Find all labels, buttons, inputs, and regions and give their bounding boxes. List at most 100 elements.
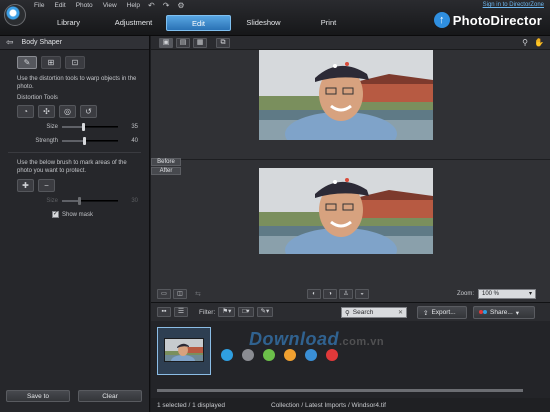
list-view-icon[interactable]: ☰ [174,307,188,317]
contrast-icon[interactable]: ◑ [323,289,337,299]
app-logo[interactable] [4,4,26,26]
panel-actions: Save to Clear [6,390,142,402]
add-brush-icon[interactable]: ✚ [17,179,34,192]
size-slider-thumb[interactable] [82,123,86,131]
size-slider[interactable] [62,123,118,131]
second-display-icon[interactable]: ⧉ [216,37,230,48]
tab-edit[interactable]: Edit [166,15,231,31]
search-input[interactable]: ⚲ Search ✕ [341,307,407,318]
panel-header: ⇦ Body Shaper [0,36,149,50]
status-counts: 1 selected / 1 displayed [157,401,225,409]
show-mask-checkbox[interactable]: ✓ [52,211,59,218]
brush-size-value: 30 [131,198,138,204]
settings-icon[interactable]: ⚙ [177,1,184,10]
mode-tabs: ✎ ⊞ ⊡ [17,56,149,69]
size-label: Size [46,124,58,130]
color-label-dot[interactable] [242,349,254,361]
strength-slider-thumb[interactable] [83,137,87,145]
distort-mode-icon[interactable]: ✎ [17,56,37,69]
thumbnail-view-icon[interactable]: ▪▪ [157,307,171,317]
menu-photo[interactable]: Photo [76,2,93,9]
mask-icon[interactable]: ◒ [355,289,369,299]
single-view-icon[interactable]: ▭ [157,289,171,299]
divider [8,152,141,153]
quick-toolbar: ↶ ↷ ⚙ [148,1,185,10]
hand-tool-icon[interactable]: ✋ [534,38,544,47]
export-button[interactable]: ⇪ Export... [417,306,467,319]
brand-name: PhotoDirector [452,12,542,28]
library-toolbar: ▪▪ ☰ Filter: ⚑▾ □▾ ✎▾ ⚲ Search ✕ ⇪ Expor… [151,303,550,321]
clear-search-icon[interactable]: ✕ [398,309,403,316]
strength-slider[interactable] [62,137,118,145]
menu-file[interactable]: File [34,2,44,9]
color-label-dot[interactable] [284,349,296,361]
zoom-icon[interactable]: ⚲ [522,38,528,47]
viewer-mode-icon[interactable]: ▣ [159,37,173,48]
search-placeholder: Search [352,309,374,316]
clear-button[interactable]: Clear [78,390,142,402]
export-label: Export... [431,309,456,316]
tab-print[interactable]: Print [296,15,361,31]
pinch-tool-icon[interactable]: ✣ [38,105,55,118]
size-slider-row: Size 35 [0,122,149,132]
frame-mode-icon[interactable]: ⊡ [65,56,85,69]
scrollbar-thumb[interactable] [157,389,523,392]
filter-flag-icon[interactable]: ⚑▾ [218,307,236,317]
back-arrow-icon[interactable]: ⇦ [6,37,14,48]
before-photo [259,50,433,140]
menu-view[interactable]: View [103,2,117,9]
menu-bar: File Edit Photo View Help [34,2,140,9]
rotate-icon[interactable]: ⇆ [195,290,201,298]
distortion-tools: ◔ ✣ ◎ ↺ [17,105,149,118]
menu-help[interactable]: Help [127,2,140,9]
panel-description: Use the distortion tools to warp objects… [17,76,137,90]
search-icon: ⚲ [345,309,350,317]
bloat-tool-icon[interactable]: ◎ [59,105,76,118]
signin-link[interactable]: Sign in to DirectorZone [483,2,544,8]
face-icon[interactable]: ◐ [307,289,321,299]
viewer-grid-icon[interactable]: ▦ [193,37,207,48]
tab-adjustment[interactable]: Adjustment [101,15,166,31]
show-mask-row: ✓ Show mask [52,211,149,218]
brush-size-slider-thumb[interactable] [77,197,81,205]
compare-view-icon[interactable]: ◫ [173,289,187,299]
viewer-filmstrip-icon[interactable]: ▤ [176,37,190,48]
photo-viewer: ▣ ▤ ▦ ⧉ ⚲ ✋ Before After ▭ ◫ ⇆ ◐ ◑ ♙ ◒ Z… [151,36,550,302]
redo-icon[interactable]: ↷ [163,1,170,10]
panel-title: Body Shaper [21,39,63,46]
brush-size-slider[interactable] [62,197,118,205]
title-bar: File Edit Photo View Help ↶ ↷ ⚙ Library … [0,0,550,36]
brush-size-label: Size [46,198,58,204]
share-button[interactable]: Share... ▾ [473,306,535,319]
brand-arrow-icon: ↑ [433,12,450,28]
after-photo [259,168,433,254]
tab-slideshow[interactable]: Slideshow [231,15,296,31]
status-bar: 1 selected / 1 displayed Collection / La… [151,398,550,412]
person-icon[interactable]: ♙ [339,289,353,299]
warp-tool-icon[interactable]: ◔ [17,105,34,118]
strength-label: Strength [35,138,58,144]
color-label-dot[interactable] [305,349,317,361]
menu-edit[interactable]: Edit [54,2,65,9]
filter-color-icon[interactable]: □▾ [238,307,254,317]
before-label: Before [151,158,181,166]
color-label-dot[interactable] [221,349,233,361]
thumbnail-image [164,338,204,362]
restore-tool-icon[interactable]: ↺ [80,105,97,118]
brush-tools: ✚ − [17,179,149,192]
filter-tag-icon[interactable]: ✎▾ [256,307,274,317]
color-labels [221,349,338,361]
photo-thumbnail[interactable] [157,327,211,375]
save-to-button[interactable]: Save to [6,390,70,402]
erase-brush-icon[interactable]: − [38,179,55,192]
color-label-dot[interactable] [326,349,338,361]
zoom-select[interactable]: 100 % [478,289,536,299]
grid-mode-icon[interactable]: ⊞ [41,56,61,69]
color-label-dot[interactable] [263,349,275,361]
export-icon: ⇪ [423,309,429,317]
after-label: After [151,167,181,175]
tab-library[interactable]: Library [36,15,101,31]
brush-size-slider-row: Size 30 [0,196,149,206]
horizontal-scrollbar[interactable] [157,389,523,392]
undo-icon[interactable]: ↶ [148,1,155,10]
